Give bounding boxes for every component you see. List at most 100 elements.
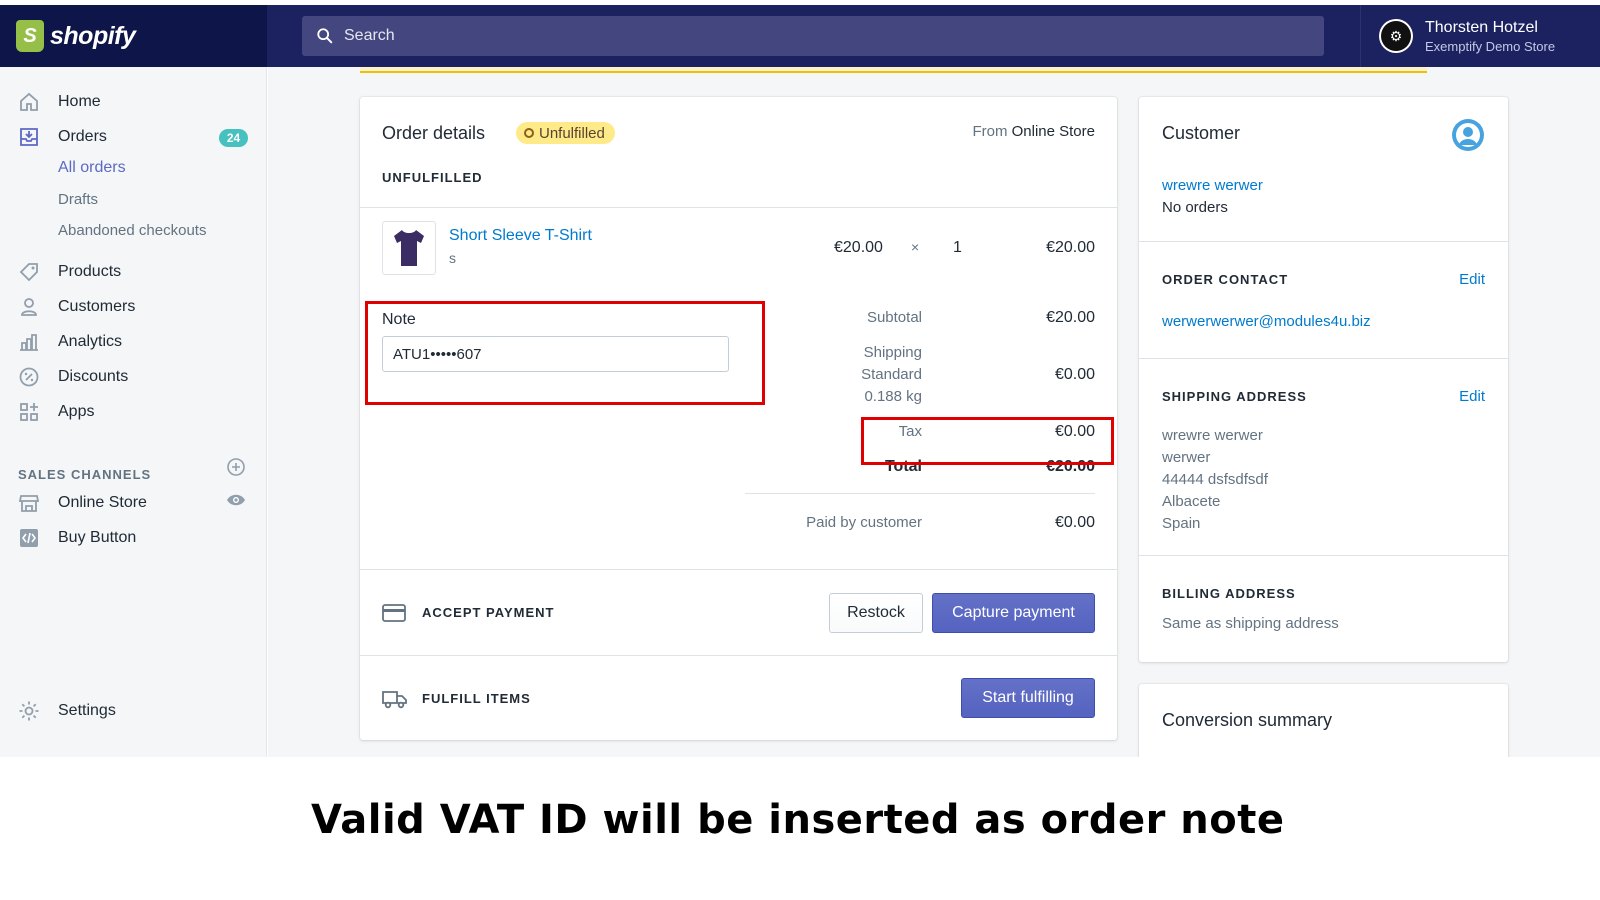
address-line: werwer <box>1162 449 1211 466</box>
sidebar-subitem-drafts[interactable]: Drafts <box>58 191 98 208</box>
order-details-title: Order details <box>382 123 486 143</box>
gear-icon <box>16 698 42 724</box>
address-line: Albacete <box>1162 493 1221 510</box>
start-fulfilling-button[interactable]: Start fulfilling <box>961 678 1095 718</box>
address-line: wrewre werwer <box>1162 427 1263 444</box>
discount-icon <box>16 364 42 390</box>
sidebar-item-label: Home <box>58 93 101 110</box>
sidebar-item-label: Discounts <box>58 368 129 385</box>
top-bar: S shopify ⚙ Thorsten Hotzel Exemptify De… <box>0 5 1600 67</box>
sidebar-item-online-store[interactable]: Online Store <box>16 490 147 516</box>
search-bar[interactable] <box>302 16 1324 56</box>
store-icon <box>16 490 42 516</box>
apps-icon <box>16 399 42 425</box>
person-icon <box>16 294 42 320</box>
divider <box>360 655 1117 656</box>
sales-channels-heading: SALES CHANNELS <box>18 467 152 482</box>
status-dot-icon <box>524 128 534 138</box>
divider <box>1139 555 1508 556</box>
sidebar-item-orders[interactable]: Orders <box>16 124 107 150</box>
edit-contact-link[interactable]: Edit <box>1459 271 1485 288</box>
divider <box>360 207 1117 208</box>
truck-icon <box>382 689 408 714</box>
brand-logo-text: shopify <box>50 21 136 50</box>
customer-name-link[interactable]: wrewre werwer <box>1162 177 1263 194</box>
product-variant: s <box>449 250 456 266</box>
sidebar-item-label: Products <box>58 263 122 280</box>
sidebar-item-label: Buy Button <box>58 529 137 546</box>
item-line-total: €20.00 <box>1046 239 1095 256</box>
credit-card-icon <box>382 604 406 627</box>
sidebar-item-label: Apps <box>58 403 95 420</box>
unfulfilled-section-label: UNFULFILLED <box>382 170 483 185</box>
shipping-address-block: wrewre werwer werwer 44444 dsfsdfsdf Alb… <box>1162 425 1268 535</box>
customer-orders-count: No orders <box>1162 199 1228 216</box>
order-source-prefix: From <box>972 123 1008 140</box>
sidebar-item-settings[interactable]: Settings <box>16 698 116 724</box>
shipping-weight: 0.188 kg <box>864 388 922 405</box>
eye-icon[interactable] <box>226 493 246 512</box>
search-input[interactable] <box>344 27 1244 45</box>
customer-title: Customer <box>1162 123 1241 143</box>
shipping-label: Shipping <box>863 344 922 361</box>
screenshot-canvas: S shopify ⚙ Thorsten Hotzel Exemptify De… <box>0 0 1600 900</box>
paid-label: Paid by customer <box>806 514 922 531</box>
divider <box>1139 241 1508 242</box>
home-icon <box>16 89 42 115</box>
item-quantity: 1 <box>953 239 962 256</box>
warning-banner-edge <box>360 67 1427 73</box>
status-badge-label: Unfulfilled <box>539 124 605 142</box>
customer-avatar-icon[interactable] <box>1451 118 1485 157</box>
tshirt-icon <box>394 230 424 266</box>
note-highlight-box <box>365 301 765 405</box>
user-menu[interactable]: ⚙ Thorsten Hotzel Exemptify Demo Store <box>1360 5 1600 67</box>
conversion-summary-title: Conversion summary <box>1162 710 1333 730</box>
sidebar-item-label: Settings <box>58 702 116 719</box>
status-badge: Unfulfilled <box>516 122 615 144</box>
sidebar-item-discounts[interactable]: Discounts <box>16 364 128 390</box>
divider <box>360 569 1117 570</box>
shipping-address-heading: SHIPPING ADDRESS <box>1162 389 1307 404</box>
paid-value: €0.00 <box>1054 514 1095 531</box>
sidebar-item-customers[interactable]: Customers <box>16 294 135 320</box>
item-price: €20.00 <box>834 239 883 256</box>
add-channel-icon[interactable] <box>226 457 246 482</box>
shipping-value: €0.00 <box>1054 366 1095 383</box>
sidebar-item-apps[interactable]: Apps <box>16 399 94 425</box>
product-thumbnail[interactable] <box>382 221 436 275</box>
customer-card: Customer wrewre werwer No orders ORDER C… <box>1139 97 1508 662</box>
order-source-name: Online Store <box>1011 123 1095 140</box>
divider <box>745 493 1095 494</box>
edit-shipping-link[interactable]: Edit <box>1459 388 1485 405</box>
multiply-sign: × <box>911 239 920 255</box>
subtotal-value: €20.00 <box>1046 309 1095 326</box>
sidebar-item-home[interactable]: Home <box>16 89 101 115</box>
shipping-method: Standard <box>861 366 922 383</box>
sidebar-item-label: Online Store <box>58 494 147 511</box>
sidebar-item-analytics[interactable]: Analytics <box>16 329 122 355</box>
shopify-bag-icon: S <box>16 20 44 52</box>
user-name: Thorsten Hotzel <box>1425 18 1538 36</box>
tag-icon <box>16 259 42 285</box>
brand-area[interactable]: S shopify <box>0 5 267 67</box>
orders-icon <box>16 124 42 150</box>
order-contact-heading: ORDER CONTACT <box>1162 272 1289 287</box>
tax-highlight-box <box>861 417 1114 465</box>
sidebar-item-products[interactable]: Products <box>16 259 121 285</box>
sidebar-subitem-all-orders[interactable]: All orders <box>58 159 126 177</box>
customer-email-link[interactable]: werwerwerwer@modules4u.biz <box>1162 313 1371 330</box>
subtotal-label: Subtotal <box>866 309 922 326</box>
caption-text: Valid VAT ID will be inserted as order n… <box>311 797 1285 843</box>
product-name-link[interactable]: Short Sleeve T-Shirt <box>449 227 592 245</box>
conversion-summary-card: Conversion summary <box>1139 684 1508 764</box>
accept-payment-label: ACCEPT PAYMENT <box>422 605 555 620</box>
search-icon <box>317 28 333 44</box>
sidebar-item-label: Customers <box>58 298 136 315</box>
fulfill-items-label: FULFILL ITEMS <box>422 691 531 706</box>
capture-payment-button[interactable]: Capture payment <box>932 593 1095 633</box>
address-line: Spain <box>1162 515 1201 532</box>
sidebar-item-buy-button[interactable]: Buy Button <box>16 525 136 551</box>
orders-count-badge: 24 <box>219 129 248 147</box>
restock-button[interactable]: Restock <box>829 593 923 633</box>
sidebar-subitem-abandoned-checkouts[interactable]: Abandoned checkouts <box>58 222 206 239</box>
